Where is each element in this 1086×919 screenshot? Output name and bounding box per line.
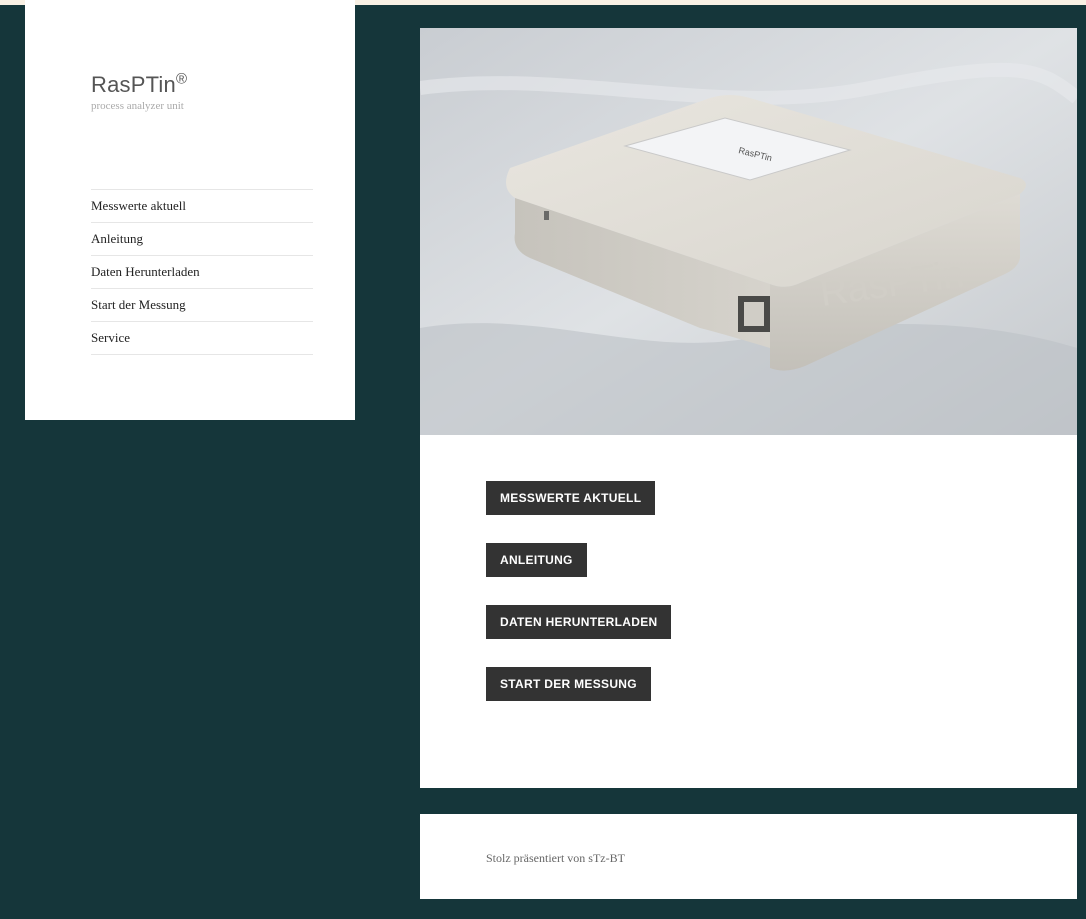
main-content: RasPTin RasPTin MESSWERTE AKTUELL ANLEIT… xyxy=(420,28,1077,788)
sidebar-item-messwerte-aktuell[interactable]: Messwerte aktuell xyxy=(91,190,313,223)
sidebar-item-start-der-messung[interactable]: Start der Messung xyxy=(91,289,313,322)
hero-image: RasPTin RasPTin xyxy=(420,28,1077,435)
device-photo: RasPTin RasPTin xyxy=(420,28,1077,435)
action-buttons: MESSWERTE AKTUELL ANLEITUNG DATEN HERUNT… xyxy=(486,481,672,729)
footer-credit: Stolz präsentiert von sTz-BT xyxy=(486,851,625,865)
sidebar: RasPTin® process analyzer unit Messwerte… xyxy=(25,0,355,420)
sidebar-item-service[interactable]: Service xyxy=(91,322,313,355)
footer: Stolz präsentiert von sTz-BT xyxy=(420,814,1077,899)
daten-herunterladen-button[interactable]: DATEN HERUNTERLADEN xyxy=(486,605,672,639)
site-logo[interactable]: RasPTin® process analyzer unit xyxy=(91,72,187,112)
site-subtitle: process analyzer unit xyxy=(91,100,184,112)
registered-mark: ® xyxy=(175,70,188,88)
anleitung-button[interactable]: ANLEITUNG xyxy=(486,543,587,577)
sidebar-item-daten-herunterladen[interactable]: Daten Herunterladen xyxy=(91,256,313,289)
site-title-row: RasPTin® xyxy=(91,72,187,98)
messwerte-aktuell-button[interactable]: MESSWERTE AKTUELL xyxy=(486,481,656,515)
start-der-messung-button[interactable]: START DER MESSUNG xyxy=(486,667,651,701)
site-title: RasPTin xyxy=(91,72,176,97)
sidebar-nav: Messwerte aktuell Anleitung Daten Herunt… xyxy=(91,189,313,355)
sidebar-item-anleitung[interactable]: Anleitung xyxy=(91,223,313,256)
